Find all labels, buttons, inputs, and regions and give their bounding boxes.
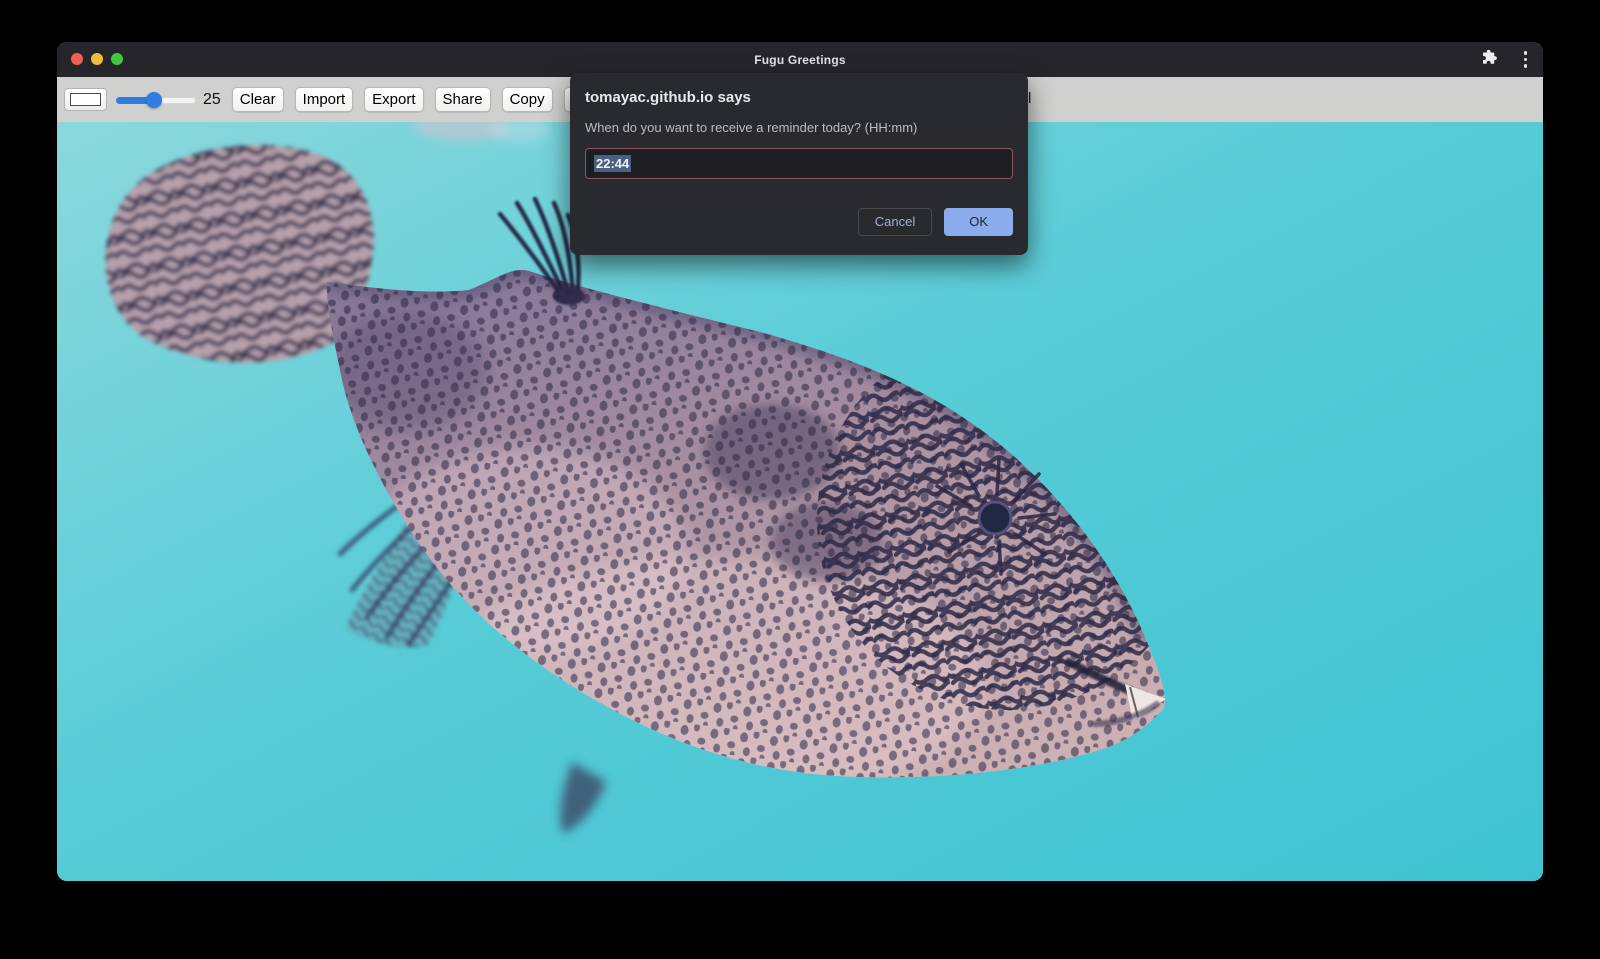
dialog-origin-title: tomayac.github.io says: [585, 89, 1013, 106]
brush-size-value: 25: [203, 91, 221, 109]
color-chip: [70, 93, 101, 106]
import-button[interactable]: Import: [295, 87, 354, 112]
copy-button[interactable]: Copy: [502, 87, 553, 112]
more-menu-kebab-icon[interactable]: [1522, 49, 1530, 70]
app-window: Fugu Greetings 25 Clear Im: [57, 42, 1543, 881]
obscured-button-label-fragment[interactable]: l: [1028, 90, 1031, 107]
clear-button[interactable]: Clear: [232, 87, 284, 112]
close-window-button[interactable]: [71, 53, 83, 65]
dialog-actions: Cancel OK: [585, 208, 1013, 236]
brush-size-slider[interactable]: [116, 92, 196, 108]
titlebar: Fugu Greetings: [57, 42, 1543, 77]
ok-button[interactable]: OK: [944, 208, 1013, 236]
share-button[interactable]: Share: [435, 87, 491, 112]
dialog-message: When do you want to receive a reminder t…: [585, 120, 1013, 135]
minimize-window-button[interactable]: [91, 53, 103, 65]
traffic-lights: [71, 53, 123, 65]
selected-input-text: 22:44: [594, 155, 631, 172]
window-title: Fugu Greetings: [57, 53, 1543, 67]
color-picker-swatch[interactable]: [64, 88, 107, 111]
export-button[interactable]: Export: [364, 87, 423, 112]
reminder-time-input[interactable]: 22:44: [585, 148, 1013, 179]
extensions-puzzle-icon[interactable]: [1480, 48, 1498, 71]
screenshot-stage: Fugu Greetings 25 Clear Im: [0, 0, 1600, 959]
slider-thumb[interactable]: [146, 92, 162, 108]
cancel-button[interactable]: Cancel: [858, 208, 932, 236]
zoom-window-button[interactable]: [111, 53, 123, 65]
js-prompt-dialog: tomayac.github.io says When do you want …: [570, 73, 1028, 255]
